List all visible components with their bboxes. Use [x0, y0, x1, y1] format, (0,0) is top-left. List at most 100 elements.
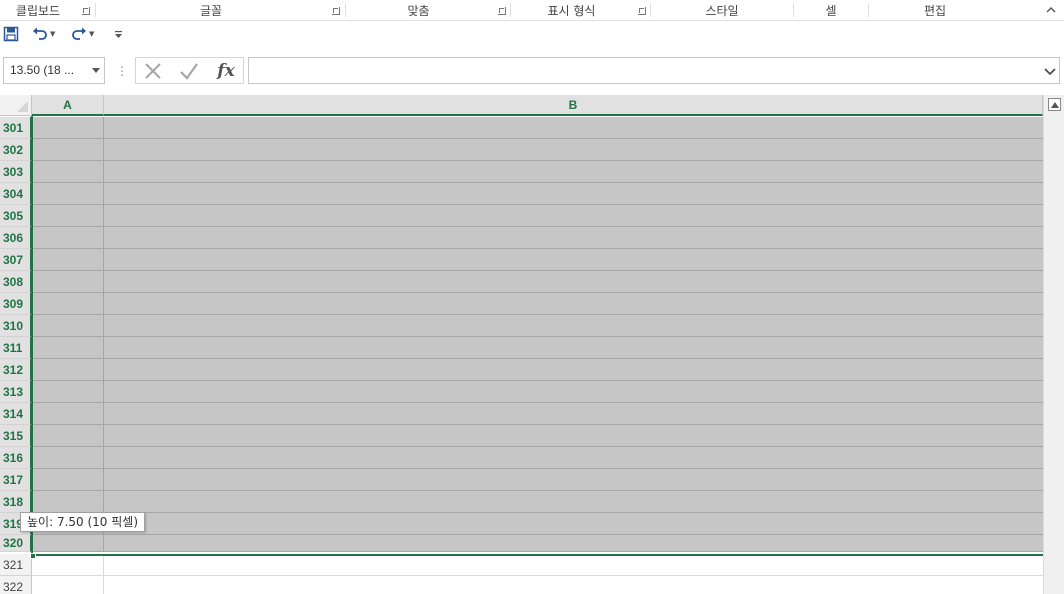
cell-a[interactable] — [32, 469, 104, 490]
redo-dropdown-icon[interactable]: ▼ — [89, 30, 94, 38]
select-all-button[interactable] — [0, 95, 32, 116]
enter-button[interactable] — [175, 60, 203, 82]
table-row — [32, 469, 1043, 491]
row-header[interactable]: 322 — [0, 576, 32, 594]
row-header[interactable]: 314 — [0, 403, 32, 425]
row-header[interactable]: 311 — [0, 337, 32, 359]
cell-b[interactable] — [104, 359, 1043, 380]
row-header[interactable]: 306 — [0, 227, 32, 249]
row-header[interactable]: 304 — [0, 183, 32, 205]
table-row — [32, 293, 1043, 315]
cell-a[interactable] — [32, 227, 104, 248]
cell-b[interactable] — [104, 315, 1043, 336]
row-header[interactable]: 317 — [0, 469, 32, 491]
expand-formula-bar-icon[interactable] — [1043, 64, 1057, 78]
table-row — [32, 315, 1043, 337]
fill-handle[interactable] — [30, 553, 36, 559]
cell-a[interactable] — [32, 535, 104, 551]
table-row — [32, 447, 1043, 469]
cell-b[interactable] — [104, 535, 1043, 551]
row-header[interactable]: 305 — [0, 205, 32, 227]
row-header[interactable]: 309 — [0, 293, 32, 315]
row-header[interactable]: 301 — [0, 117, 32, 139]
cell-a[interactable] — [32, 271, 104, 292]
undo-dropdown-icon[interactable]: ▼ — [50, 30, 55, 38]
row-header[interactable]: 321 — [0, 554, 32, 576]
table-row — [32, 139, 1043, 161]
cell-a[interactable] — [32, 315, 104, 336]
scroll-up-button[interactable] — [1048, 98, 1061, 111]
cell-a[interactable] — [32, 491, 104, 512]
font-launcher-icon[interactable] — [332, 7, 340, 15]
cell-b[interactable] — [104, 513, 1043, 534]
row-header[interactable]: 302 — [0, 139, 32, 161]
cell-a[interactable] — [32, 337, 104, 358]
cell-b[interactable] — [104, 161, 1043, 182]
cell-b[interactable] — [104, 293, 1043, 314]
cell-a[interactable] — [32, 403, 104, 424]
cell-a[interactable] — [32, 161, 104, 182]
cell-a[interactable] — [32, 425, 104, 446]
cell-b[interactable] — [104, 337, 1043, 358]
ribbon-group-clipboard: 클립보드 — [0, 0, 76, 21]
cell-b[interactable] — [104, 117, 1043, 138]
collapse-ribbon-icon[interactable] — [1044, 3, 1058, 17]
column-header-b[interactable]: B — [104, 95, 1043, 116]
customize-qat-button[interactable] — [114, 24, 123, 44]
formula-input[interactable] — [248, 57, 1060, 84]
cell-b[interactable] — [104, 491, 1043, 512]
cell-a[interactable] — [32, 359, 104, 380]
cell-a[interactable] — [32, 293, 104, 314]
cell-a[interactable] — [32, 576, 104, 594]
cell-b[interactable] — [104, 469, 1043, 490]
cell-b[interactable] — [104, 554, 1043, 575]
cell-b[interactable] — [104, 576, 1043, 594]
cell-a[interactable] — [32, 183, 104, 204]
cell-b[interactable] — [104, 139, 1043, 160]
number-format-launcher-icon[interactable] — [638, 7, 646, 15]
cell-a[interactable] — [32, 117, 104, 138]
cell-b[interactable] — [104, 381, 1043, 402]
cell-b[interactable] — [104, 447, 1043, 468]
cell-a[interactable] — [32, 139, 104, 160]
table-row — [32, 576, 1043, 594]
alignment-launcher-icon[interactable] — [498, 7, 506, 15]
row-header[interactable]: 320 — [0, 535, 32, 552]
table-row — [32, 513, 1043, 535]
clipboard-launcher-icon[interactable] — [82, 7, 90, 15]
cell-b[interactable] — [104, 425, 1043, 446]
undo-button[interactable]: ▼ — [32, 24, 55, 44]
column-header-a[interactable]: A — [32, 95, 104, 116]
table-row — [32, 205, 1043, 227]
cell-a[interactable] — [32, 381, 104, 402]
cell-b[interactable] — [104, 205, 1043, 226]
cell-b[interactable] — [104, 183, 1043, 204]
name-box[interactable]: 13.50 (18 ... — [3, 57, 105, 84]
cell-a[interactable] — [32, 447, 104, 468]
cell-b[interactable] — [104, 403, 1043, 424]
redo-button[interactable]: ▼ — [71, 24, 94, 44]
name-box-dropdown-icon[interactable] — [92, 68, 100, 73]
cell-a[interactable] — [32, 205, 104, 226]
cell-b[interactable] — [104, 271, 1043, 292]
cell-a[interactable] — [32, 554, 104, 575]
cancel-button[interactable] — [139, 60, 167, 82]
row-header[interactable]: 303 — [0, 161, 32, 183]
formula-bar-grip-icon[interactable]: ⋮ — [116, 64, 128, 78]
row-header[interactable]: 313 — [0, 381, 32, 403]
cancel-icon — [145, 63, 161, 79]
cell-b[interactable] — [104, 249, 1043, 270]
vertical-scrollbar[interactable] — [1043, 95, 1064, 594]
row-header[interactable]: 316 — [0, 447, 32, 469]
row-header[interactable]: 312 — [0, 359, 32, 381]
ribbon-group-label: 셀 — [825, 4, 837, 18]
row-header[interactable]: 318 — [0, 491, 32, 513]
row-header[interactable]: 307 — [0, 249, 32, 271]
row-header[interactable]: 310 — [0, 315, 32, 337]
save-button[interactable] — [3, 24, 19, 44]
row-header[interactable]: 308 — [0, 271, 32, 293]
insert-function-button[interactable]: fx — [212, 60, 240, 82]
cell-b[interactable] — [104, 227, 1043, 248]
cell-a[interactable] — [32, 249, 104, 270]
row-header[interactable]: 315 — [0, 425, 32, 447]
